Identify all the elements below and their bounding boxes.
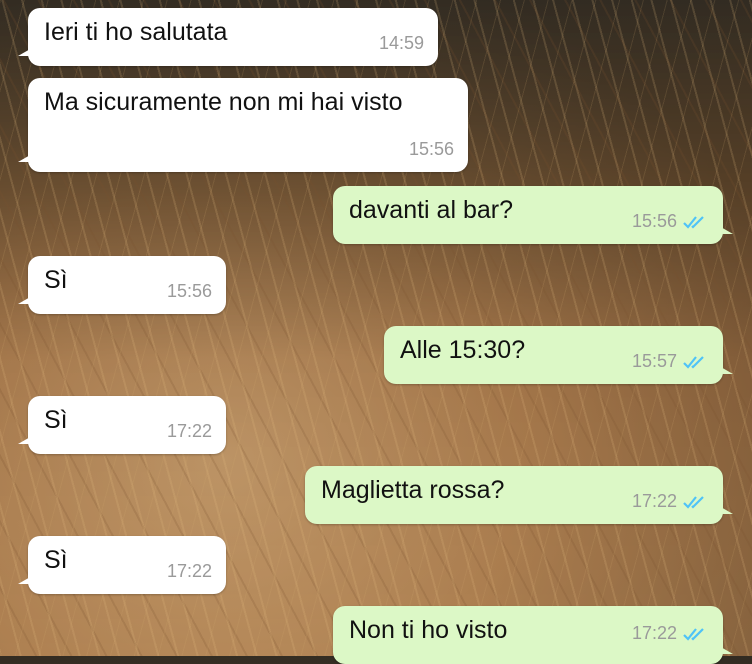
incoming-message[interactable]: Sì 15:56 (18, 256, 226, 314)
message-text: Maglietta rossa? (321, 476, 505, 504)
read-double-check-icon (683, 215, 704, 229)
message-text: Ieri ti ho salutata (44, 18, 228, 46)
message-text: Sì (44, 546, 68, 574)
message-meta: 15:57 (632, 345, 709, 378)
incoming-message[interactable]: Sì 17:22 (18, 396, 226, 454)
message-timestamp: 15:56 (408, 139, 454, 159)
message-meta: 15:56 (632, 205, 709, 238)
message-text: Sì (44, 406, 68, 434)
read-double-check-icon (683, 627, 704, 641)
message-meta: 17:22 (632, 485, 709, 518)
message-timestamp: 17:22 (166, 561, 212, 581)
message-timestamp: 15:56 (166, 281, 212, 301)
message-timestamp: 14:59 (378, 33, 424, 53)
read-double-check-icon (683, 355, 704, 369)
outgoing-message[interactable]: Alle 15:30? 15:57 (384, 326, 733, 384)
outgoing-message[interactable]: Non ti ho visto 17:22 (333, 606, 733, 664)
message-text: Ma sicuramente non mi hai visto (44, 88, 403, 116)
message-text: davanti al bar? (349, 196, 514, 224)
message-timestamp: 17:22 (631, 491, 677, 511)
message-text: Alle 15:30? (400, 336, 526, 364)
incoming-message[interactable]: Ieri ti ho salutata 14:59 (18, 8, 438, 66)
message-timestamp: 15:56 (631, 211, 677, 231)
outgoing-message[interactable]: davanti al bar? 15:56 (333, 186, 733, 244)
message-text: Sì (44, 266, 68, 294)
message-timestamp: 17:22 (631, 623, 677, 643)
incoming-message[interactable]: Ma sicuramente non mi hai visto 15:56 (18, 78, 468, 172)
message-timestamp: 15:57 (631, 351, 677, 371)
message-meta: 17:22 (632, 617, 709, 650)
outgoing-message[interactable]: Maglietta rossa? 17:22 (305, 466, 733, 524)
read-double-check-icon (683, 495, 704, 509)
incoming-message[interactable]: Sì 17:22 (18, 536, 226, 594)
message-timestamp: 17:22 (166, 421, 212, 441)
message-text: Non ti ho visto (349, 616, 508, 644)
